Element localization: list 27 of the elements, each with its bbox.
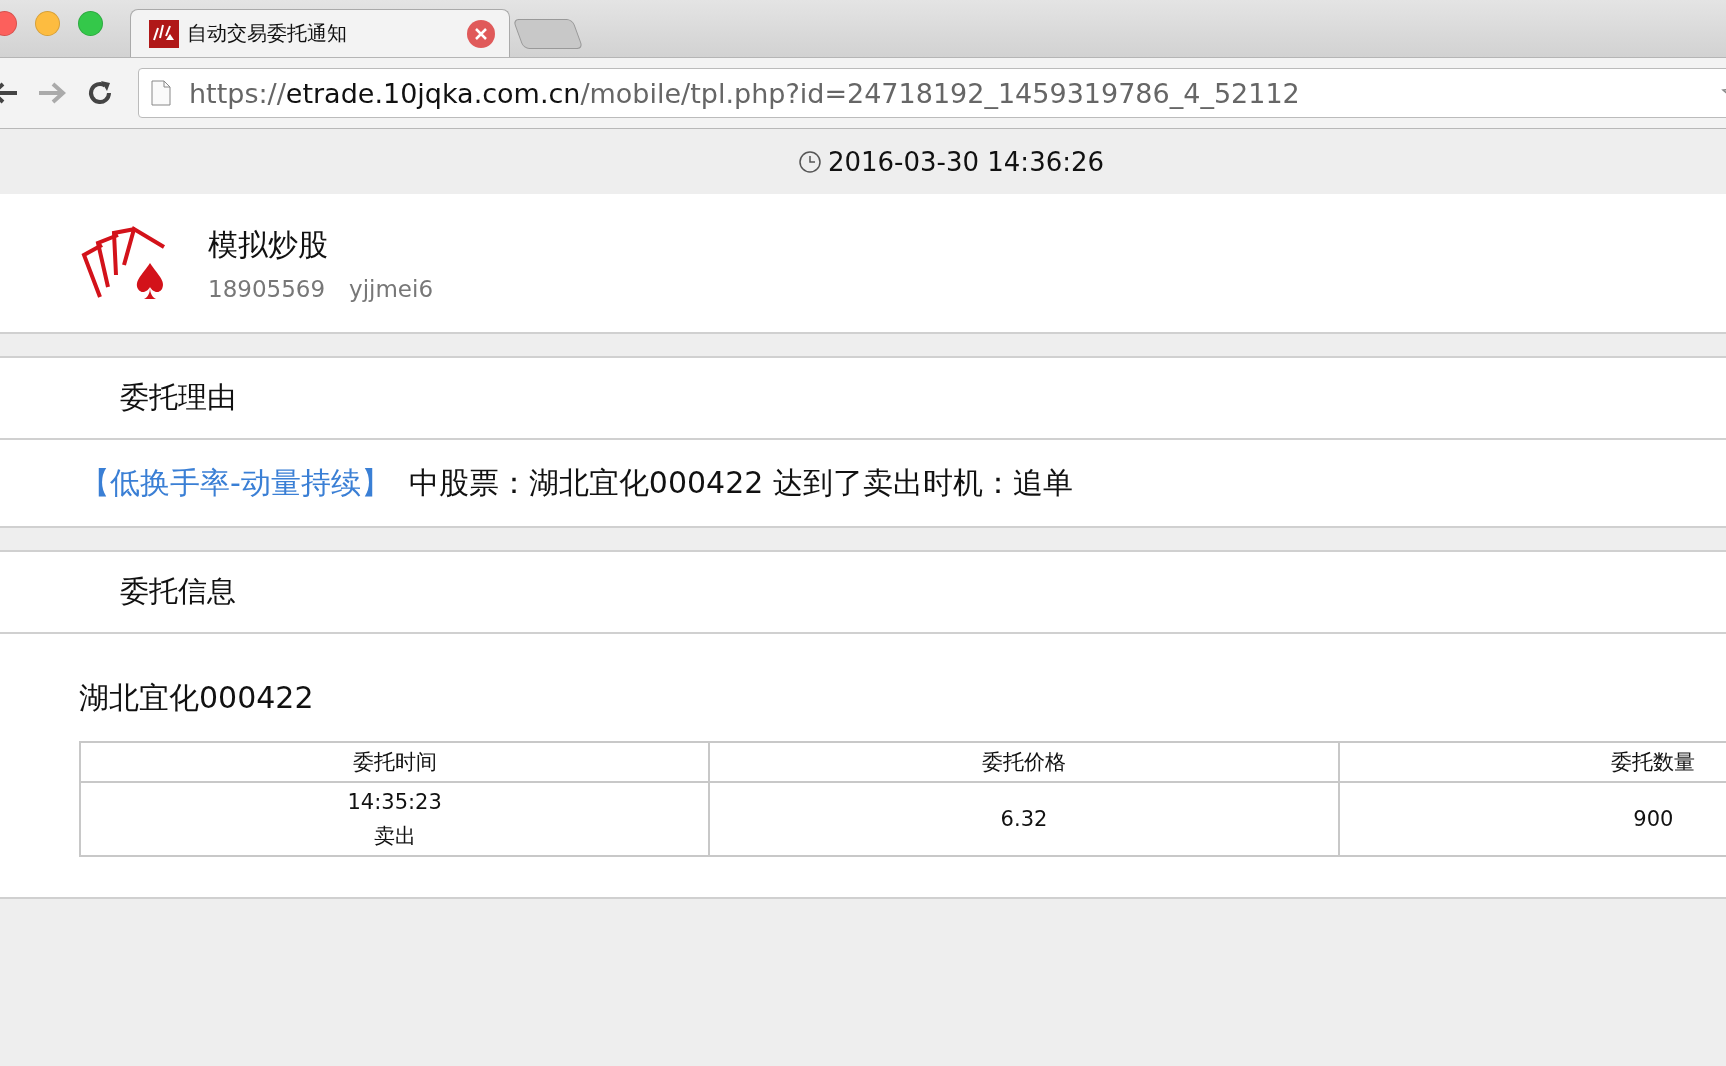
reload-icon <box>86 79 114 107</box>
timestamp: 2016-03-30 14:36:26 <box>827 146 1105 177</box>
stock-name: 湖北宜化000422 <box>79 679 315 717</box>
close-icon <box>474 26 488 41</box>
cards-icon <box>149 19 179 48</box>
address-bar[interactable]: https://etrade.10jqka.com.cn/mobile/tpl.php?id=24718192_1459319786_4_52112 <box>138 68 1726 118</box>
section-title: 委托信息 <box>120 573 236 610</box>
table-cell: 14:35:23 卖出 <box>80 782 710 856</box>
table-cell: 6.32 <box>709 782 1339 856</box>
column-header: 委托数量 <box>1338 742 1726 782</box>
section-title: 委托理由 <box>120 379 236 416</box>
minimize-window-button[interactable] <box>35 11 60 36</box>
browser-tab[interactable]: 自动交易委托通知 <box>130 9 510 57</box>
tab-title: 自动交易委托通知 <box>187 20 348 47</box>
account-title: 模拟炒股 <box>208 225 329 264</box>
forward-arrow-icon <box>37 80 67 106</box>
close-tab-button[interactable] <box>467 19 495 48</box>
url-text: https://etrade.10jqka.com.cn/mobile/tpl.php?id=24718192_1459319786_4_52112 <box>189 77 1300 109</box>
column-header: 委托时间 <box>80 742 710 782</box>
clock-icon <box>797 149 822 174</box>
zoom-window-button[interactable] <box>78 11 103 36</box>
strategy-name: 【低换手率-动量持续】 <box>80 463 391 502</box>
column-header: 委托价格 <box>709 742 1339 782</box>
reason-message: 中股票：湖北宜化000422 达到了卖出时机：追单 <box>408 463 1073 502</box>
page-icon <box>151 80 171 106</box>
username: yjjmei6 <box>349 275 434 302</box>
account-id: 18905569 <box>208 275 326 302</box>
